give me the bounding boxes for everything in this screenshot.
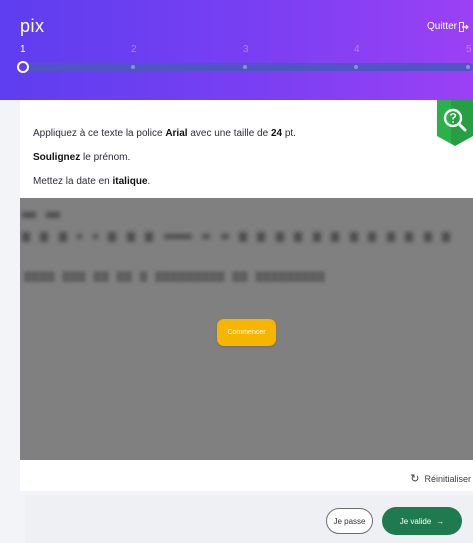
progress-current-step [17,61,29,73]
challenge-instructions: Appliquez à ce texte la police Arial ave… [33,122,296,194]
challenge-card: Appliquez à ce texte la police Arial ave… [20,100,473,491]
instruction-line-2: Soulignez le prénom. [33,152,131,163]
progress-bar [20,63,473,71]
arrow-right-icon: → [436,516,445,526]
answer-footer: Je passe Je valide → [25,495,473,543]
refresh-icon: ↻ [410,473,420,485]
blurred-document-text: ▆▆▆▆ ▆▆▆ ▆▆ ▆▆ ▆ ▆▆▆▆▆▆▆▆▆ ▆▆ ▆▆▆▆▆▆▆▆▆ [24,269,326,283]
quit-button[interactable]: Quitter [427,21,469,32]
progress-dot [131,65,135,69]
quit-label: Quitter [426,21,457,32]
step-label-2: 2 [131,44,137,55]
validate-button[interactable]: Je valide → [382,507,462,535]
blurred-menu-bar [22,206,66,224]
embedded-editor-preview: ▆▆▆▆ ▆▆▆ ▆▆ ▆▆ ▆ ▆▆▆▆▆▆▆▆▆ ▆▆ ▆▆▆▆▆▆▆▆▆ … [20,198,473,460]
start-button[interactable]: Commencer [217,319,276,346]
top-header: pix Quitter 1 2 3 4 5 [0,0,473,100]
progress-dot [243,65,247,69]
pix-logo[interactable]: pix [20,16,45,37]
instruction-line-1: Appliquez à ce texte la police Arial ave… [33,128,296,139]
progress-dot [354,65,358,69]
validate-label: Je valide [399,516,432,526]
step-label-1: 1 [20,44,26,55]
step-label-4: 4 [354,44,360,55]
step-label-3: 3 [243,44,249,55]
instruction-line-3: Mettez la date en italique. [33,176,151,187]
blurred-toolbar [22,228,456,246]
step-label-5: 5 [466,44,472,55]
logout-icon [459,21,469,32]
skip-button[interactable]: Je passe [326,508,373,534]
search-icon [437,100,473,146]
progress-dot [466,65,470,69]
reset-button[interactable]: ↻ Réinitialiser [410,472,471,485]
reset-label: Réinitialiser [424,473,471,484]
